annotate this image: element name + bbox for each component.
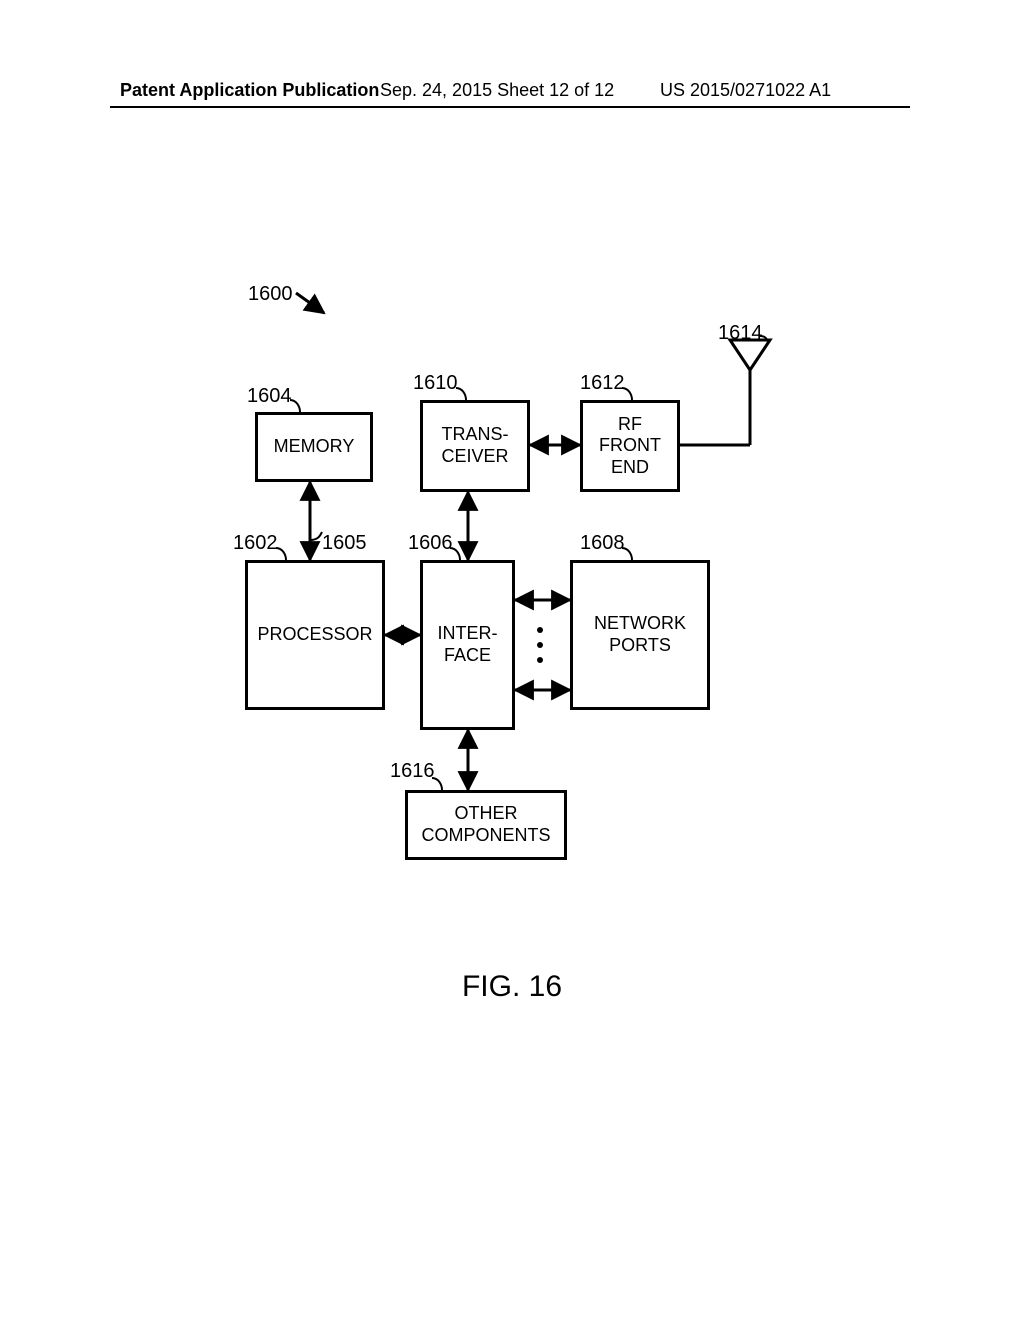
- ref-1604: 1604: [247, 385, 292, 408]
- figure-caption: FIG. 16: [0, 970, 1024, 1004]
- transceiver-box: TRANS-CEIVER: [420, 400, 530, 492]
- transceiver-label: TRANS-CEIVER: [441, 424, 508, 467]
- ref-1616: 1616: [390, 760, 435, 783]
- diagram-stage: Patent Application Publication Sep. 24, …: [0, 0, 1024, 1320]
- rf-front-end-label: RFFRONTEND: [599, 414, 661, 479]
- ref-1612: 1612: [580, 372, 625, 395]
- processor-label: PROCESSOR: [257, 624, 372, 646]
- ref-1600: 1600: [248, 283, 293, 306]
- header-center: Sep. 24, 2015 Sheet 12 of 12: [380, 80, 614, 101]
- interface-box: INTER-FACE: [420, 560, 515, 730]
- network-ports-label: NETWORKPORTS: [594, 613, 686, 656]
- other-components-label: OTHERCOMPONENTS: [421, 803, 550, 846]
- ref-1614: 1614: [718, 322, 763, 345]
- ref-1606: 1606: [408, 532, 453, 555]
- network-ports-box: NETWORKPORTS: [570, 560, 710, 710]
- memory-box: MEMORY: [255, 412, 373, 482]
- ref-1602: 1602: [233, 532, 278, 555]
- page-header: Patent Application Publication Sep. 24, …: [0, 80, 1024, 108]
- header-right: US 2015/0271022 A1: [660, 80, 831, 101]
- other-components-box: OTHERCOMPONENTS: [405, 790, 567, 860]
- ref-1608: 1608: [580, 532, 625, 555]
- ref-1605: 1605: [322, 532, 367, 555]
- rf-front-end-box: RFFRONTEND: [580, 400, 680, 492]
- processor-box: PROCESSOR: [245, 560, 385, 710]
- memory-label: MEMORY: [274, 436, 355, 458]
- interface-label: INTER-FACE: [438, 623, 498, 666]
- ref-1610: 1610: [413, 372, 458, 395]
- header-rule: [110, 106, 910, 108]
- header-left: Patent Application Publication: [120, 80, 379, 101]
